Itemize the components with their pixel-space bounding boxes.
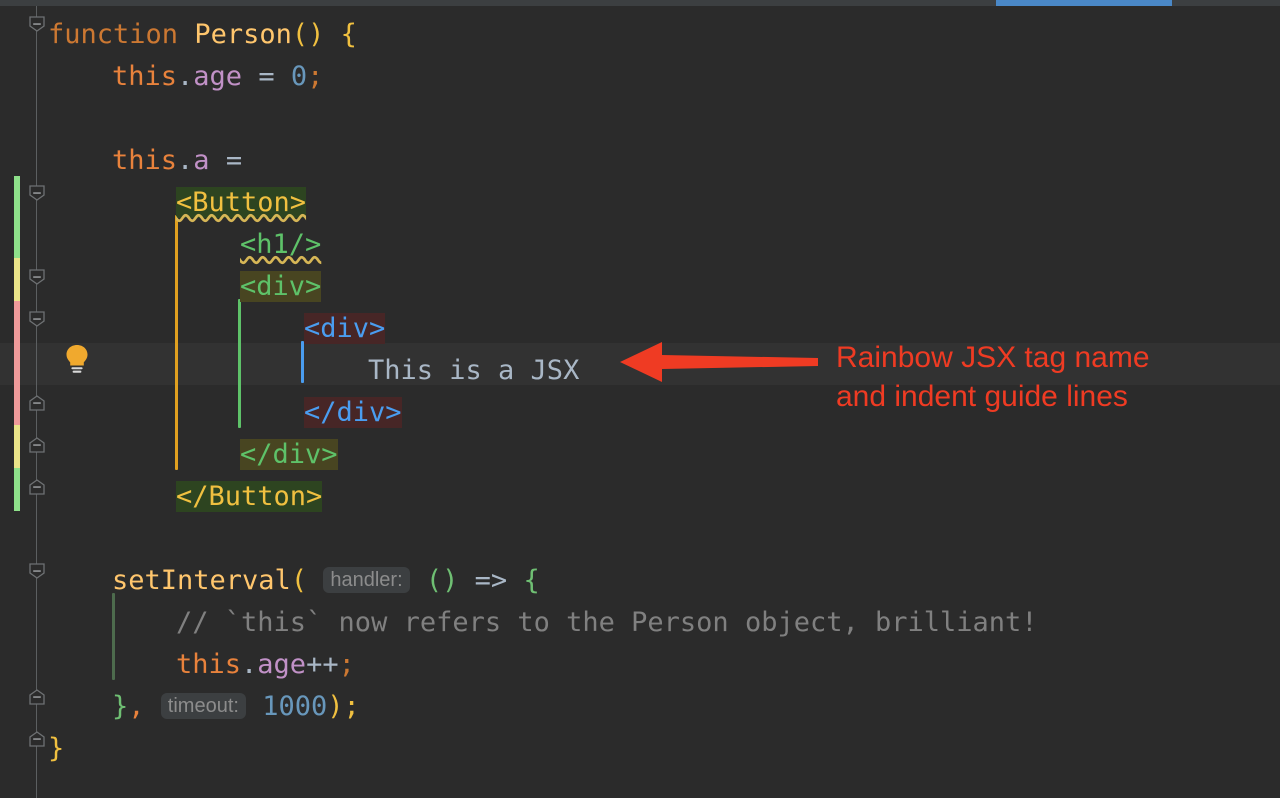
token-increment: ++ [306,649,339,680]
token-dot: . [177,61,194,92]
code-line-2[interactable]: this.age = 0; [0,56,1280,98]
jsx-tag-div-open-level1: <div> [240,271,322,302]
token-prop-a: a [193,145,210,176]
token-keyword-function: function [48,19,179,50]
token-semicolon: ; [338,649,355,680]
token-number-zero: 0 [290,61,308,92]
token-assign: = [225,145,243,176]
annotation-text-line1: Rainbow JSX tag name [836,341,1150,374]
token-arrow-fn-parens: () [425,565,459,596]
jsx-text-content: This is a JSX [368,355,580,386]
code-line-1[interactable]: function Person() { [0,14,1280,56]
token-paren-open: ( [290,565,308,596]
token-paren-close-semicolon: ); [327,691,360,722]
token-comma: , [128,691,145,722]
code-line-18[interactable]: } [0,728,1280,770]
jsx-tag-div-open-level2: <div> [304,313,386,344]
param-hint-timeout[interactable]: timeout: [160,693,246,719]
token-number-1000: 1000 [262,691,328,722]
token-dot: . [241,649,258,680]
token-this: this [176,649,242,680]
editor-surface[interactable]: function Person() { this.age = 0; this.a… [0,6,1280,798]
token-function-person: Person [194,19,292,50]
code-line-7[interactable]: <div> [0,266,1280,308]
token-parens: () [291,19,325,50]
token-dot: . [177,145,194,176]
code-line-14[interactable]: setInterval( handler: () => { [0,560,1280,602]
param-hint-handler[interactable]: handler: [323,567,410,593]
token-this: this [112,61,178,92]
code-line-16[interactable]: this.age++; [0,644,1280,686]
code-line-4[interactable]: this.a = [0,140,1280,182]
editor-window: function Person() { this.age = 0; this.a… [0,0,1280,798]
code-line-15[interactable]: // `this` now refers to the Person objec… [0,602,1280,644]
code-line-12[interactable]: </Button> [0,476,1280,518]
token-brace-open: { [340,19,357,50]
jsx-tag-h1-self-closing: <h1/> [240,229,322,260]
code-line-13-blank[interactable] [0,518,1280,560]
token-brace-close: } [48,733,65,764]
code-line-6[interactable]: <h1/> [0,224,1280,266]
code-line-11[interactable]: </div> [0,434,1280,476]
token-comment: // `this` now refers to the Person objec… [176,607,1038,638]
code-line-5[interactable]: <Button> [0,182,1280,224]
token-brace-close: } [112,691,129,722]
annotation-text-line2: and indent guide lines [836,380,1128,413]
token-assign: = [258,61,275,92]
jsx-tag-button-close: </Button> [176,481,323,512]
code-line-3-blank[interactable] [0,98,1280,140]
token-prop-age: age [193,61,243,92]
token-semicolon: ; [307,61,324,92]
token-function-setinterval: setInterval [112,565,291,596]
jsx-tag-button-open: <Button> [176,187,307,218]
token-prop-age: age [257,649,307,680]
token-fat-arrow: => [474,565,508,596]
annotation-arrow-icon [620,342,818,382]
token-brace-open: { [523,565,540,596]
code-line-17[interactable]: }, timeout: 1000); [0,686,1280,728]
jsx-tag-div-close-level2: </div> [304,397,402,428]
token-this: this [112,145,178,176]
jsx-tag-div-close-level1: </div> [240,439,338,470]
